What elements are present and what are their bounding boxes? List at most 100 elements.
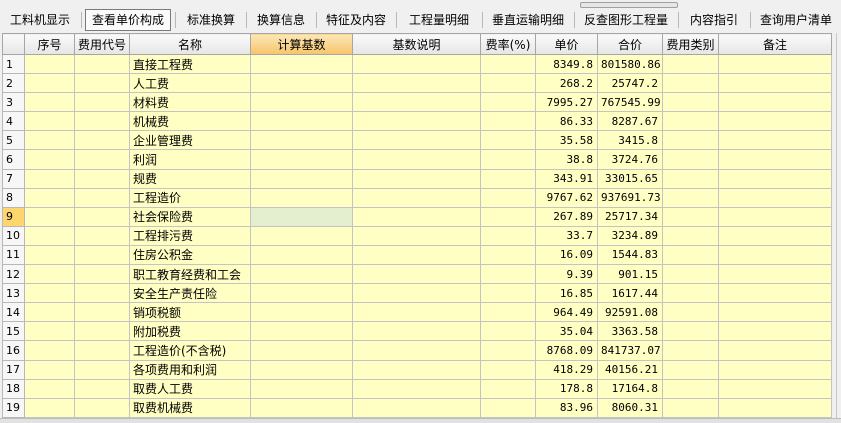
cell-calc-base[interactable] [250,340,353,361]
cell-fee-code[interactable] [74,302,130,323]
cell-unit-price[interactable]: 35.58 [535,130,598,151]
column-header-calc-base[interactable]: 计算基数 [250,33,353,55]
cell-fee-category[interactable] [662,168,719,189]
cell-seq[interactable] [24,92,75,113]
cell-calc-base[interactable] [250,359,353,380]
cell-calc-base[interactable] [250,206,353,227]
table-row[interactable]: 18 取费人工费 178.8 17164.8 [2,378,832,399]
cell-name[interactable]: 工程造价 [129,187,251,208]
cell-fee-code[interactable] [74,53,130,75]
cell-calc-base[interactable] [250,130,353,151]
cell-base-desc[interactable] [352,130,481,151]
table-row[interactable]: 13 安全生产责任险 16.85 1617.44 [2,283,832,304]
cell-remarks[interactable] [718,283,832,304]
cell-rate[interactable] [480,225,536,246]
cell-total-price[interactable]: 3234.89 [597,225,663,246]
cell-rate[interactable] [480,206,536,227]
cell-remarks[interactable] [718,225,832,246]
cell-unit-price[interactable]: 418.29 [535,359,598,380]
cell-base-desc[interactable] [352,187,481,208]
cell-total-price[interactable]: 25747.2 [597,73,663,94]
cell-rate[interactable] [480,321,536,342]
cell-calc-base[interactable] [250,73,353,94]
cell-calc-base[interactable] [250,92,353,113]
cell-name[interactable]: 社会保险费 [129,206,251,227]
column-header-rate[interactable]: 费率(%) [480,33,536,55]
cell-fee-category[interactable] [662,111,719,132]
cell-name[interactable]: 材料费 [129,92,251,113]
cell-seq[interactable] [24,73,75,94]
cell-total-price[interactable]: 1544.83 [597,244,663,266]
cell-unit-price[interactable]: 16.09 [535,244,598,266]
cell-rate[interactable] [480,302,536,323]
cell-unit-price[interactable]: 8349.8 [535,53,598,75]
cell-name[interactable]: 销项税额 [129,302,251,323]
cell-base-desc[interactable] [352,397,481,419]
cell-fee-category[interactable] [662,283,719,304]
cell-base-desc[interactable] [352,321,481,342]
cell-remarks[interactable] [718,206,832,227]
column-header-fee-code[interactable]: 费用代号 [74,33,130,55]
cell-calc-base[interactable] [250,149,353,170]
cell-total-price[interactable]: 801580.86 [597,53,663,75]
cell-total-price[interactable]: 92591.08 [597,302,663,323]
cell-fee-code[interactable] [74,244,130,266]
row-number[interactable]: 18 [2,378,25,399]
row-number[interactable]: 2 [2,73,25,94]
table-row[interactable]: 10 工程排污费 33.7 3234.89 [2,225,832,246]
row-number[interactable]: 5 [2,130,25,151]
cell-unit-price[interactable]: 16.85 [535,283,598,304]
cell-calc-base[interactable] [250,225,353,246]
tab-unit-price-composition[interactable]: 查看单价构成 [85,9,171,31]
cell-base-desc[interactable] [352,168,481,189]
cell-calc-base[interactable] [250,168,353,189]
tab-content-guide[interactable]: 内容指引 [682,9,746,31]
row-number[interactable]: 3 [2,92,25,113]
cell-unit-price[interactable]: 9.39 [535,264,598,285]
row-number[interactable]: 6 [2,149,25,170]
table-row[interactable]: 17 各项费用和利润 418.29 40156.21 [2,359,832,380]
cell-total-price[interactable]: 8287.67 [597,111,663,132]
cell-calc-base[interactable] [250,187,353,208]
cell-total-price[interactable]: 8060.31 [597,397,663,419]
table-row[interactable]: 11 住房公积金 16.09 1544.83 [2,244,832,266]
cell-rate[interactable] [480,187,536,208]
cell-rate[interactable] [480,378,536,399]
cell-base-desc[interactable] [352,225,481,246]
cell-fee-category[interactable] [662,321,719,342]
cell-base-desc[interactable] [352,302,481,323]
cell-seq[interactable] [24,359,75,380]
cell-seq[interactable] [24,378,75,399]
cell-name[interactable]: 机械费 [129,111,251,132]
cell-base-desc[interactable] [352,53,481,75]
cell-unit-price[interactable]: 178.8 [535,378,598,399]
cell-unit-price[interactable]: 9767.62 [535,187,598,208]
row-number[interactable]: 19 [2,397,25,419]
cell-remarks[interactable] [718,149,832,170]
cell-fee-code[interactable] [74,168,130,189]
cell-seq[interactable] [24,168,75,189]
cell-fee-code[interactable] [74,111,130,132]
table-row[interactable]: 15 附加税费 35.04 3363.58 [2,321,832,342]
cell-unit-price[interactable]: 343.91 [535,168,598,189]
cell-unit-price[interactable]: 8768.09 [535,340,598,361]
row-number[interactable]: 17 [2,359,25,380]
cell-seq[interactable] [24,283,75,304]
cell-name[interactable]: 取费机械费 [129,397,251,419]
cell-remarks[interactable] [718,73,832,94]
cell-total-price[interactable]: 25717.34 [597,206,663,227]
cell-rate[interactable] [480,53,536,75]
cell-calc-base[interactable] [250,283,353,304]
cell-remarks[interactable] [718,378,832,399]
cell-remarks[interactable] [718,111,832,132]
cell-unit-price[interactable]: 38.8 [535,149,598,170]
cell-name[interactable]: 取费人工费 [129,378,251,399]
cell-calc-base[interactable] [250,264,353,285]
cell-rate[interactable] [480,397,536,419]
table-row[interactable]: 16 工程造价(不含税) 8768.09 841737.07 [2,340,832,361]
cell-remarks[interactable] [718,302,832,323]
cell-fee-code[interactable] [74,225,130,246]
cell-total-price[interactable]: 3363.58 [597,321,663,342]
cell-fee-category[interactable] [662,206,719,227]
cell-total-price[interactable]: 33015.65 [597,168,663,189]
